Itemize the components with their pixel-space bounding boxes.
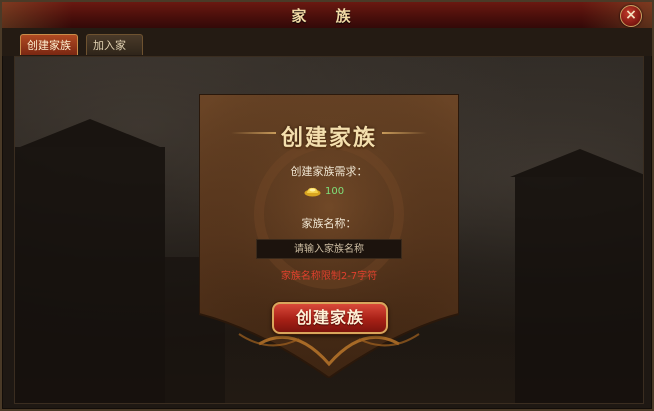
background-building-left [15,147,165,403]
window-title: 家 族 [291,7,363,25]
create-family-banner: 创建家族 创建家族需求： 100 家族名称： 家族名称限制2-7字符 创建家族 [199,94,459,378]
gold-ingot-icon [304,187,321,196]
family-name-input[interactable] [256,239,402,259]
tab-create-family[interactable]: 创建家族 [20,34,78,55]
family-name-label: 家族名称： [301,217,357,230]
cost-display: 100 [304,184,344,200]
title-bar: 家 族 × [2,2,652,29]
create-family-button[interactable]: 创建家族 [272,302,388,334]
tab-bar: 创建家族 加入家族 [2,28,652,73]
background-building-right [515,177,643,403]
name-limit-note: 家族名称限制2-7字符 [280,271,378,282]
cost-value: 100 [325,186,345,197]
background-roof-left [20,119,160,147]
create-family-heading: 创建家族 [280,125,377,151]
family-window: 家 族 × 创建家族 加入家族 [0,0,654,411]
background-roof-right [510,149,643,177]
close-button[interactable]: × [620,5,642,27]
requirement-label: 创建家族需求： [290,165,368,178]
close-icon: × [625,7,637,23]
tab-join-family[interactable]: 加入家族 [86,34,143,73]
